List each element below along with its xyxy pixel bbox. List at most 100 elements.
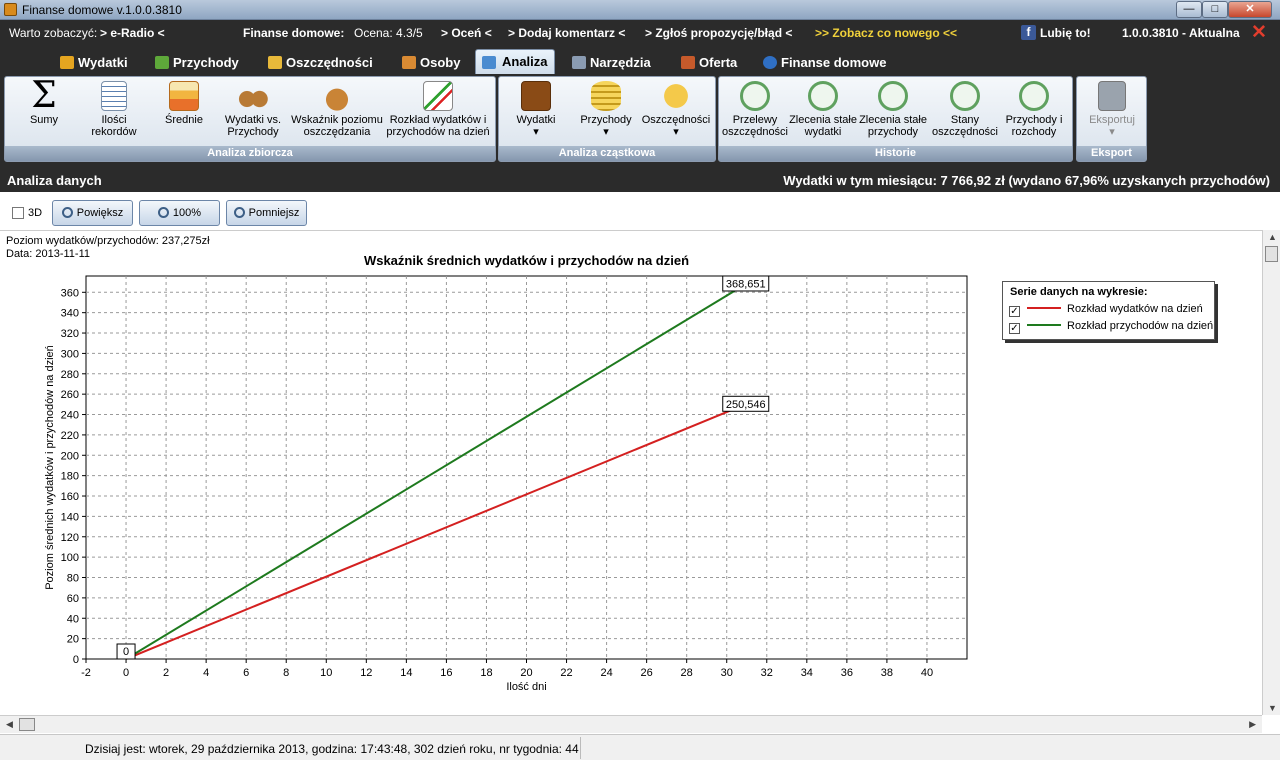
eksportuj-button[interactable]: Eksportuj ▾ bbox=[1079, 81, 1145, 138]
tab-finanse-domowe[interactable]: Finanse domowe bbox=[761, 51, 886, 74]
vertical-scrollbar[interactable]: ▲ ▼ bbox=[1262, 230, 1280, 715]
y-axis-label: Poziom średnich wydatków i przychodów na… bbox=[44, 345, 56, 590]
zoom-in-button[interactable]: Powiększ bbox=[52, 200, 133, 226]
scroll-right-icon[interactable]: ▶ bbox=[1249, 719, 1256, 730]
export-icon bbox=[1098, 81, 1126, 111]
tab-przychody[interactable]: Przychody bbox=[153, 51, 239, 74]
zlecenia-wydatki-button[interactable]: Zlecenia stałe wydatki bbox=[789, 81, 857, 138]
y-tick-label: 320 bbox=[61, 328, 79, 340]
zlecenia-przychody-button[interactable]: Zlecenia stałe przychody bbox=[857, 81, 929, 138]
stany-oszczednosci-button[interactable]: Stany oszczędności bbox=[931, 81, 999, 138]
dropdown-arrow-icon: ▾ bbox=[603, 126, 609, 138]
close-infobar-icon[interactable]: ✕ bbox=[1251, 23, 1267, 42]
legend-checkbox[interactable]: ✓ bbox=[1009, 323, 1020, 334]
tab-oszczednosci[interactable]: Oszczędności bbox=[266, 51, 373, 74]
button-label: Wydatki vs. Przychody bbox=[224, 114, 282, 138]
whats-new-link[interactable]: >> Zobacz co nowego << bbox=[815, 26, 957, 40]
legend-checkbox[interactable]: ✓ bbox=[1009, 306, 1020, 317]
facebook-icon[interactable]: f bbox=[1021, 25, 1036, 40]
x-tick-label: 20 bbox=[520, 667, 532, 679]
analiza-przychody-button[interactable]: Przychody ▾ bbox=[573, 81, 639, 138]
x-tick-label: 14 bbox=[400, 667, 412, 679]
legend-item-wydatki[interactable]: ✓ Rozkład wydatków na dzień bbox=[1009, 303, 1203, 317]
tab-narzedzia[interactable]: Narzędzia bbox=[570, 51, 651, 74]
horizontal-scrollbar[interactable]: ◀ ▶ bbox=[0, 715, 1262, 733]
vertical-scroll-thumb[interactable] bbox=[1265, 246, 1278, 262]
info-icon bbox=[763, 56, 777, 69]
bar-chart-icon bbox=[169, 81, 199, 111]
x-axis-label: Ilość dni bbox=[506, 681, 546, 693]
y-tick-label: 100 bbox=[61, 552, 79, 564]
legend-label: Rozkład przychodów na dzień bbox=[1067, 320, 1214, 332]
sumy-button[interactable]: Σ Sumy bbox=[13, 78, 75, 127]
legend-item-przychody[interactable]: ✓ Rozkład przychodów na dzień bbox=[1009, 320, 1213, 334]
group-title: Analiza zbiorcza bbox=[5, 146, 495, 161]
tab-oferta[interactable]: Oferta bbox=[679, 51, 737, 74]
button-label: Średnie bbox=[165, 114, 203, 126]
y-tick-label: 160 bbox=[61, 491, 79, 503]
x-tick-label: 16 bbox=[440, 667, 452, 679]
chart-title: Wskaźnik średnich wydatków i przychodów … bbox=[364, 253, 689, 268]
tab-label: Oferta bbox=[699, 55, 738, 70]
scroll-down-icon[interactable]: ▼ bbox=[1268, 703, 1277, 713]
tab-wydatki[interactable]: Wydatki bbox=[58, 51, 128, 74]
przelewy-oszczednosci-button[interactable]: Przelewy oszczędności bbox=[721, 81, 789, 138]
legend-swatch bbox=[1027, 324, 1061, 326]
y-tick-label: 60 bbox=[67, 593, 79, 605]
zoom-100-button[interactable]: 100% bbox=[139, 200, 220, 226]
history-clock-icon bbox=[1019, 81, 1049, 111]
analiza-oszczednosci-button[interactable]: Oszczędności ▾ bbox=[641, 81, 711, 138]
wskaznik-poziomu-button[interactable]: Wskaźnik poziomu oszczędzania bbox=[291, 81, 383, 138]
report-link[interactable]: > Zgłoś propozycję/błąd < bbox=[645, 26, 792, 40]
money-bag-icon bbox=[322, 81, 352, 111]
y-tick-label: 220 bbox=[61, 430, 79, 442]
history-clock-icon bbox=[740, 81, 770, 111]
3d-checkbox[interactable] bbox=[12, 207, 24, 219]
app-window: Finanse domowe v.1.0.0.3810 — □ ✕ Warto … bbox=[0, 0, 1280, 760]
button-label: Zlecenia stałe przychody bbox=[859, 114, 927, 138]
eradio-link[interactable]: > e-Radio < bbox=[100, 26, 165, 40]
dropdown-arrow-icon: ▾ bbox=[673, 126, 679, 138]
zoom-out-label: Pomniejsz bbox=[248, 207, 300, 219]
legend-label: Rozkład wydatków na dzień bbox=[1067, 303, 1203, 315]
y-tick-label: 20 bbox=[67, 634, 79, 646]
button-label: Przychody bbox=[580, 114, 632, 126]
end-label-1: 368,651 bbox=[726, 278, 766, 290]
x-tick-label: 36 bbox=[841, 667, 853, 679]
horizontal-scroll-thumb[interactable] bbox=[19, 718, 35, 731]
info-bar: Warto zobaczyć: > e-Radio < Finanse domo… bbox=[0, 20, 1280, 46]
add-comment-link[interactable]: > Dodaj komentarz < bbox=[508, 26, 625, 40]
magnifier-icon bbox=[157, 207, 169, 218]
tab-label: Analiza bbox=[502, 54, 548, 69]
zoom-100-label: 100% bbox=[172, 207, 202, 219]
scroll-up-icon[interactable]: ▲ bbox=[1268, 232, 1277, 242]
rozklad-button[interactable]: Rozkład wydatków i przychodów na dzień bbox=[385, 81, 491, 138]
coins-icon bbox=[591, 81, 621, 111]
x-tick-label: 8 bbox=[283, 667, 289, 679]
ilosci-rekordow-button[interactable]: Ilości rekordów bbox=[81, 81, 147, 138]
like-link[interactable]: Lubię to! bbox=[1040, 26, 1091, 40]
x-tick-label: 34 bbox=[801, 667, 813, 679]
scroll-left-icon[interactable]: ◀ bbox=[6, 719, 13, 730]
tab-label: Narzędzia bbox=[590, 55, 651, 70]
x-tick-label: 30 bbox=[721, 667, 733, 679]
tab-osoby[interactable]: Osoby bbox=[400, 51, 460, 74]
button-label: Rozkład wydatków i przychodów na dzień bbox=[386, 114, 490, 138]
x-tick-label: -2 bbox=[81, 667, 91, 679]
minimize-button[interactable]: — bbox=[1176, 1, 1202, 18]
piggy-bank-icon bbox=[661, 81, 691, 111]
button-label: Eksportuj bbox=[1089, 114, 1135, 126]
money-plus-icon bbox=[155, 56, 169, 69]
maximize-button[interactable]: □ bbox=[1202, 1, 1228, 18]
rate-link[interactable]: > Oceń < bbox=[441, 26, 492, 40]
analiza-wydatki-button[interactable]: Wydatki ▾ bbox=[505, 81, 567, 138]
srednie-button[interactable]: Średnie bbox=[155, 81, 213, 126]
footer-separator bbox=[580, 737, 581, 759]
wydatki-vs-przychody-button[interactable]: Wydatki vs. Przychody bbox=[217, 81, 289, 138]
przychody-rozchody-button[interactable]: Przychody i rozchody bbox=[999, 81, 1069, 138]
x-tick-label: 2 bbox=[163, 667, 169, 679]
zoom-out-button[interactable]: Pomniejsz bbox=[226, 200, 307, 226]
tab-analiza[interactable]: Analiza bbox=[475, 49, 555, 74]
tab-label: Osoby bbox=[420, 55, 461, 70]
close-window-button[interactable]: ✕ bbox=[1228, 1, 1272, 18]
